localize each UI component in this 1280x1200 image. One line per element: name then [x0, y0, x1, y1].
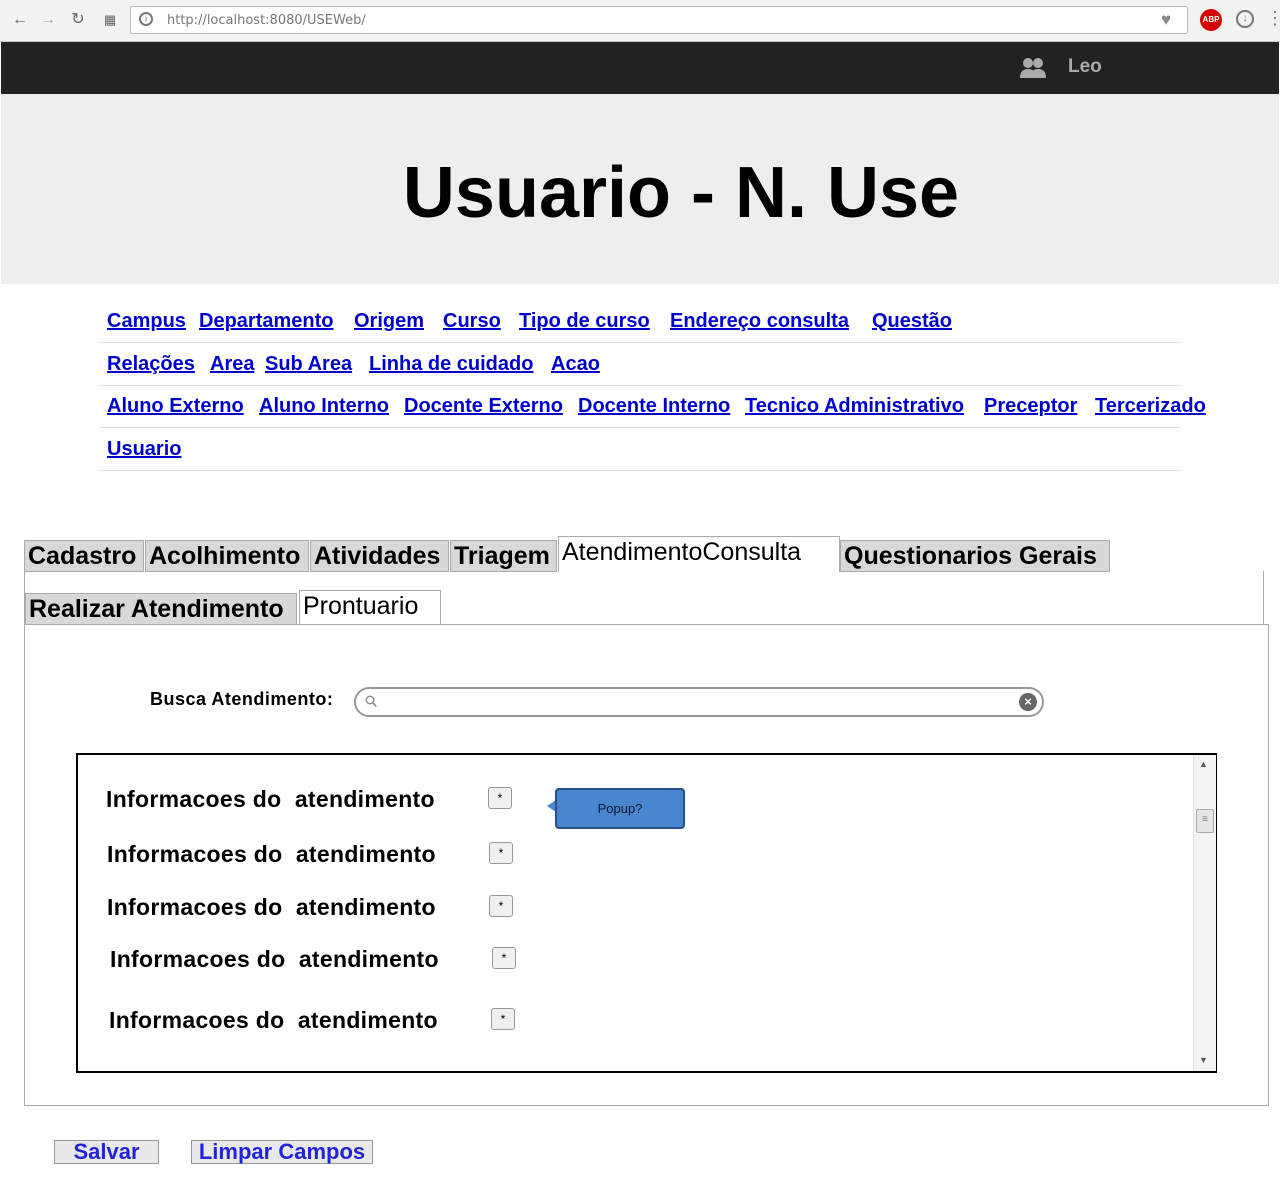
tab-questionarios-gerais[interactable]: Questionarios Gerais	[840, 540, 1110, 572]
nav-link-departamento[interactable]: Departamento	[199, 310, 333, 333]
nav-link-tipo-de-curso[interactable]: Tipo de curso	[519, 310, 650, 333]
nav-link-relacoes[interactable]: Relações	[107, 353, 195, 376]
atendimento-list[interactable]: Informacoes do atendimento * Informacoes…	[76, 753, 1217, 1073]
list-item-button[interactable]: *	[491, 1008, 515, 1030]
bookmark-heart-icon[interactable]: ♥	[1161, 10, 1171, 30]
search-label: Busca Atendimento:	[150, 689, 334, 709]
apps-grid-icon[interactable]: ▦	[100, 10, 120, 30]
nav-link-endereco-consulta[interactable]: Endereço consulta	[670, 310, 849, 333]
tab-atividades[interactable]: Atividades	[310, 540, 449, 572]
list-item-button[interactable]: *	[489, 842, 513, 864]
reload-icon[interactable]: ↻	[68, 10, 88, 30]
nav-link-tercerizado[interactable]: Tercerizado	[1095, 395, 1206, 418]
scroll-up-arrow-icon[interactable]: ▲	[1199, 759, 1208, 769]
subtab-prontuario[interactable]: Prontuario	[299, 590, 441, 625]
tab-atendimentoconsulta[interactable]: AtendimentoConsulta	[558, 536, 840, 572]
nav-link-docente-externo[interactable]: Docente Externo	[404, 395, 563, 418]
nav-link-preceptor[interactable]: Preceptor	[984, 395, 1077, 418]
nav-link-docente-interno[interactable]: Docente Interno	[578, 395, 730, 418]
nav-row-3: Aluno Externo Aluno Interno Docente Exte…	[100, 385, 1206, 428]
search-icon	[365, 695, 377, 707]
site-info-icon[interactable]: i	[139, 12, 153, 26]
download-icon[interactable]: ↓	[1236, 10, 1254, 28]
clear-search-icon[interactable]: ×	[1019, 693, 1037, 711]
list-scrollbar[interactable]: ▲ ≡ ▼	[1193, 755, 1216, 1071]
nav-link-acao[interactable]: Acao	[551, 353, 600, 376]
nav-link-aluno-interno[interactable]: Aluno Interno	[259, 395, 389, 418]
search-box[interactable]: ×	[354, 687, 1044, 717]
popup-bubble[interactable]: Popup?	[555, 788, 685, 829]
nav-row-2: Relações Area Sub Area Linha de cuidado …	[100, 343, 1180, 386]
scroll-thumb[interactable]: ≡	[1196, 809, 1214, 833]
list-item-label: Informacoes do atendimento	[107, 894, 436, 920]
list-item-label: Informacoes do atendimento	[110, 946, 439, 972]
nav-link-linha-de-cuidado[interactable]: Linha de cuidado	[369, 353, 533, 376]
clear-fields-button[interactable]: Limpar Campos	[191, 1140, 373, 1164]
address-bar[interactable]: i http://localhost:8080/USEWeb/ ♥	[130, 6, 1188, 34]
nav-link-curso[interactable]: Curso	[443, 310, 501, 333]
search-input[interactable]	[384, 692, 1008, 714]
page-header: Usuario - N. Use	[1, 94, 1279, 284]
list-item-label: Informacoes do atendimento	[107, 841, 436, 867]
forward-icon[interactable]: →	[38, 10, 58, 30]
tab-triagem[interactable]: Triagem	[450, 540, 557, 572]
nav-link-origem[interactable]: Origem	[354, 310, 424, 333]
list-item-button[interactable]: *	[488, 787, 512, 809]
nav-link-tecnico-administrativo[interactable]: Tecnico Administrativo	[745, 395, 964, 418]
nav-link-aluno-externo[interactable]: Aluno Externo	[107, 395, 244, 418]
page-title: Usuario - N. Use	[402, 153, 960, 233]
list-item-label: Informacoes do atendimento	[109, 1007, 438, 1033]
tab-acolhimento[interactable]: Acolhimento	[145, 540, 309, 572]
scroll-down-arrow-icon[interactable]: ▼	[1199, 1055, 1208, 1065]
nav-link-questao[interactable]: Questão	[872, 310, 952, 333]
subtab-realizar-atendimento[interactable]: Realizar Atendimento	[25, 593, 297, 625]
nav-link-sub-area[interactable]: Sub Area	[265, 353, 352, 376]
nav-row-1: Campus Departamento Origem Curso Tipo de…	[100, 300, 1180, 343]
back-icon[interactable]: ←	[10, 10, 30, 30]
save-button[interactable]: Salvar	[54, 1140, 159, 1164]
user-name[interactable]: Leo	[1068, 56, 1102, 78]
list-item-button[interactable]: *	[492, 947, 516, 969]
list-item-label: Informacoes do atendimento	[106, 786, 435, 812]
list-item-button[interactable]: *	[489, 895, 513, 917]
users-icon[interactable]	[1019, 56, 1047, 80]
nav-link-area[interactable]: Area	[210, 353, 254, 376]
browser-menu-icon[interactable]: ⋮	[1266, 8, 1280, 29]
browser-toolbar: ← → ↻ ▦ i http://localhost:8080/USEWeb/ …	[0, 0, 1280, 42]
nav-row-4: Usuario	[100, 428, 1180, 471]
url-text: http://localhost:8080/USEWeb/	[167, 13, 366, 28]
app-top-bar: Leo	[1, 42, 1279, 94]
adblock-icon[interactable]: ABP	[1200, 9, 1222, 31]
nav-link-campus[interactable]: Campus	[107, 310, 186, 333]
tab-cadastro[interactable]: Cadastro	[24, 540, 144, 572]
nav-link-usuario[interactable]: Usuario	[107, 438, 181, 461]
